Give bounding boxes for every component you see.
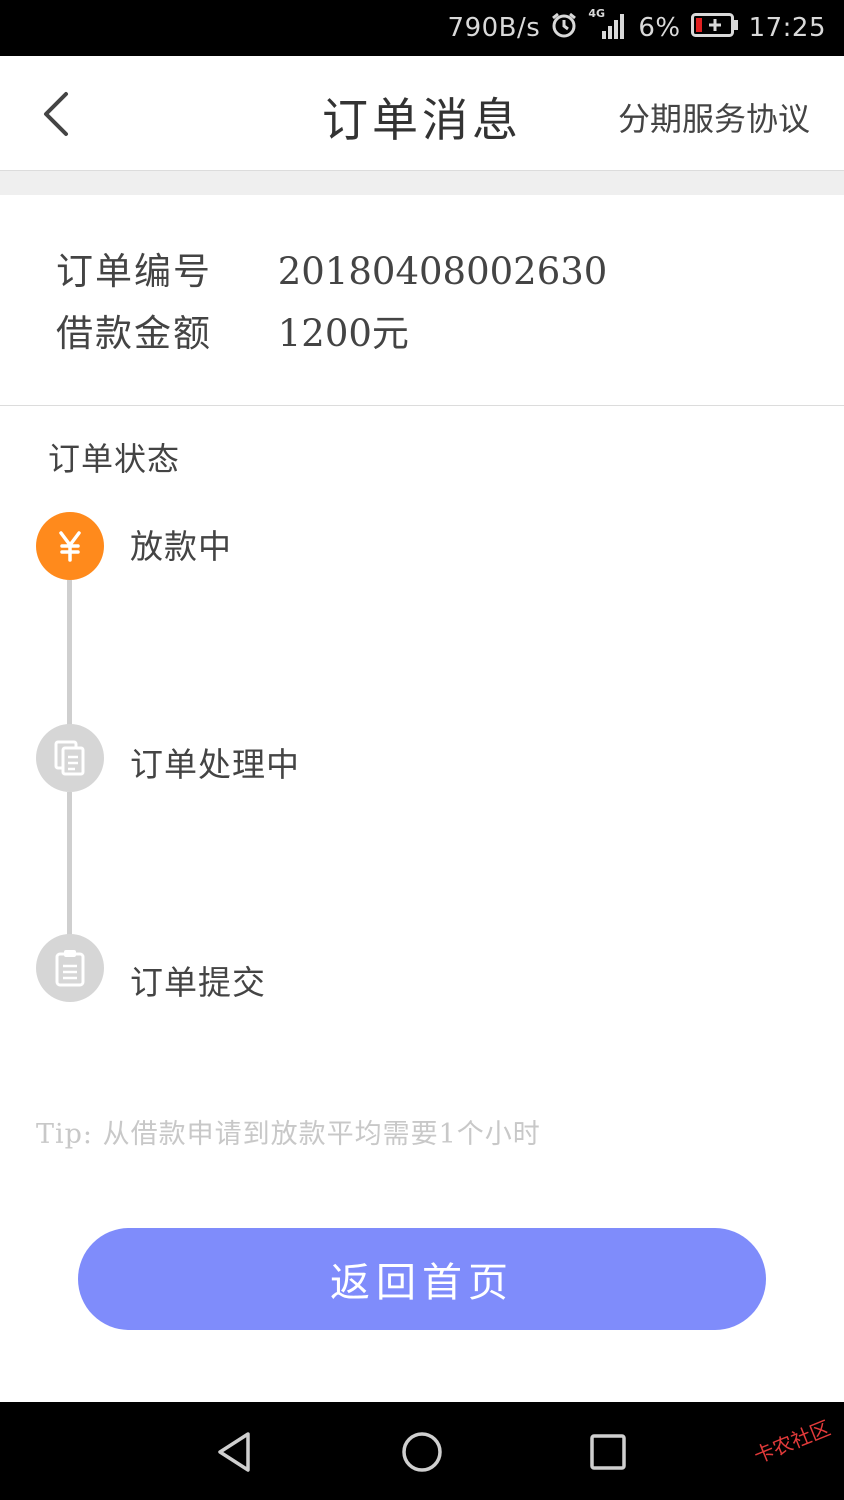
return-home-button[interactable]: 返回首页 [78,1228,766,1330]
network-type: 4G [588,6,605,20]
status-bar: 790B/s 4G 6% 17:25 [0,0,844,56]
order-number-row: 订单编号 20180408002630 [56,241,607,295]
battery-charging-icon [690,12,739,44]
triangle-back-icon [218,1432,250,1472]
clipboard-icon [55,950,85,987]
order-number-value: 20180408002630 [277,250,608,293]
square-recents-icon [590,1434,626,1470]
amount-value: 1200元 [277,312,409,355]
documents-icon [54,740,85,776]
timeline-step-icon [36,512,104,580]
nav-home-button[interactable] [396,1426,448,1478]
nav-recents-button[interactable] [582,1426,634,1478]
installment-agreement-link[interactable]: 分期服务协议 [618,94,810,140]
system-nav-bar [0,1402,844,1500]
clock: 17:25 [748,13,826,43]
network-speed: 790B/s [447,13,541,43]
order-number-label: 订单编号 [56,250,212,293]
alarm-icon [550,11,578,46]
yen-icon [59,531,81,562]
timeline-step-label: 放款中 [130,527,232,566]
timeline-step-icon [36,934,104,1002]
amount-label: 借款金额 [56,312,212,355]
status-bar-right: 790B/s 4G 6% 17:25 [448,0,826,56]
order-info-card: 订单编号 20180408002630 借款金额 1200元 [0,195,844,406]
timeline-step-icon [36,724,104,792]
section-divider [0,171,844,195]
amount-row: 借款金额 1200元 [56,303,409,357]
signal-icon: 4G [588,7,628,46]
timeline-connector [67,580,72,725]
timeline-step-label: 订单提交 [130,963,266,1002]
nav-back-button[interactable] [210,1426,262,1478]
battery-percent: 6% [638,13,681,43]
header: 订单消息 分期服务协议 [0,56,844,171]
timeline-step-label: 订单处理中 [130,745,300,784]
timeline-connector [67,792,72,937]
tip-text: Tip: 从借款申请到放款平均需要1个小时 [36,1119,541,1150]
circle-home-icon [402,1432,442,1472]
order-status-title: 订单状态 [48,440,181,478]
